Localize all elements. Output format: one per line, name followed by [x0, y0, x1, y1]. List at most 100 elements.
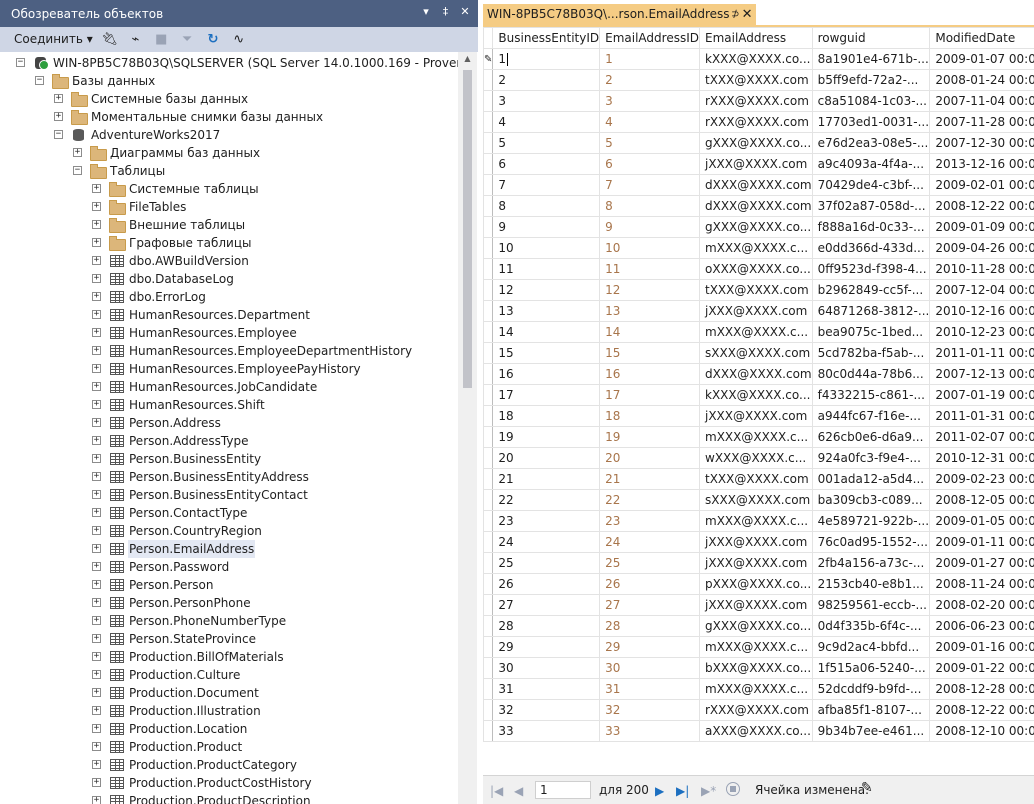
table-cell[interactable]: 11 — [492, 258, 601, 280]
column-header[interactable]: EmailAddress — [699, 27, 813, 49]
table-cell[interactable]: 2008-12-05 00:0 — [929, 489, 1034, 511]
row-header[interactable] — [483, 279, 494, 301]
connect-plug-icon[interactable]: 🔌︎ — [101, 31, 119, 48]
table-cell[interactable]: 2008-01-24 00:0 — [929, 69, 1034, 91]
table-cell[interactable]: 8 — [599, 195, 700, 217]
tree-node-person-stateprovince[interactable]: + Person.StateProvince — [0, 630, 458, 648]
table-cell[interactable]: 2010-11-28 00:0 — [929, 258, 1034, 280]
table-cell[interactable]: mXXX@XXXX.c... — [699, 678, 813, 700]
table-cell[interactable]: tXXX@XXXX.com — [699, 279, 813, 301]
table-cell[interactable]: 2010-12-31 00:0 — [929, 447, 1034, 469]
table-cell[interactable]: 19 — [599, 426, 700, 448]
table-cell[interactable]: mXXX@XXXX.c... — [699, 636, 813, 658]
table-cell[interactable]: 2009-01-11 00:0 — [929, 531, 1034, 553]
expand-icon[interactable]: + — [92, 418, 101, 427]
table-cell[interactable]: 1 — [599, 48, 700, 70]
table-cell[interactable]: 2008-12-22 00:0 — [929, 699, 1034, 721]
tree-node-person-countryregion[interactable]: + Person.CountryRegion — [0, 522, 458, 540]
collapse-icon[interactable]: − — [16, 58, 25, 67]
tree-node-production-billofmaterials[interactable]: + Production.BillOfMaterials — [0, 648, 458, 666]
table-cell[interactable]: 16 — [599, 363, 700, 385]
table-cell[interactable]: 23 — [599, 510, 700, 532]
table-cell[interactable]: 33 — [492, 720, 601, 742]
activity-monitor-icon[interactable]: ∿ — [230, 31, 248, 48]
table-cell[interactable]: 33 — [599, 720, 700, 742]
table-cell[interactable]: 2007-11-04 00:0 — [929, 90, 1034, 112]
table-row[interactable]: 25 25 jXXX@XXXX.com 2fb4a156-a73c-... 2009-0… — [483, 552, 1034, 574]
tree-node-dbo-awbuildversion[interactable]: + dbo.AWBuildVersion — [0, 252, 458, 270]
table-cell[interactable]: gXXX@XXXX.co... — [699, 132, 813, 154]
table-cell[interactable]: 13 — [599, 300, 700, 322]
table-cell[interactable]: 52dcddf9-b9fd-... — [811, 678, 931, 700]
tree-node-production-culture[interactable]: + Production.Culture — [0, 666, 458, 684]
table-cell[interactable]: 70429de4-c3bf-... — [811, 174, 931, 196]
table-cell[interactable]: gXXX@XXXX.co... — [699, 216, 813, 238]
tree-scrollbar[interactable]: ▲ — [458, 52, 477, 804]
table-cell[interactable]: b5ff9efd-72a2-... — [811, 69, 931, 91]
table-cell[interactable]: 19 — [492, 426, 601, 448]
expand-icon[interactable]: + — [92, 382, 101, 391]
table-cell[interactable]: 9 — [492, 216, 601, 238]
row-header[interactable] — [483, 258, 494, 280]
table-cell[interactable]: 0ff9523d-f398-4... — [811, 258, 931, 280]
tree-node-dbo-databaselog[interactable]: + dbo.DatabaseLog — [0, 270, 458, 288]
table-cell[interactable]: 3 — [492, 90, 601, 112]
table-cell[interactable]: 2006-06-23 00:0 — [929, 615, 1034, 637]
row-header[interactable] — [483, 489, 494, 511]
row-header[interactable] — [483, 153, 494, 175]
table-cell[interactable]: 29 — [599, 636, 700, 658]
table-cell[interactable]: 7 — [599, 174, 700, 196]
tree-node-person-personphone[interactable]: + Person.PersonPhone — [0, 594, 458, 612]
table-row[interactable]: 17 17 kXXX@XXXX.co... f4332215-c861-... 2007… — [483, 384, 1034, 406]
table-cell[interactable]: b2962849-cc5f-... — [811, 279, 931, 301]
table-cell[interactable]: 8 — [492, 195, 601, 217]
expand-icon[interactable]: + — [92, 778, 101, 787]
table-row[interactable]: 11 11 oXXX@XXXX.co... 0ff9523d-f398-4... 201… — [483, 258, 1034, 280]
tree-node-графовые-таблицы[interactable]: + Графовые таблицы — [0, 234, 458, 252]
table-cell[interactable]: 64871268-3812-... — [811, 300, 931, 322]
table-cell[interactable]: 9 — [599, 216, 700, 238]
row-header[interactable] — [483, 678, 494, 700]
table-row[interactable]: ✎ 1 1 kXXX@XXXX.co... 8a1901e4-671b-... 2009-… — [483, 48, 1034, 70]
table-cell[interactable]: 10 — [599, 237, 700, 259]
tree-node-production-productdescription[interactable]: + Production.ProductDescription — [0, 792, 458, 804]
row-header[interactable] — [483, 720, 494, 742]
row-header[interactable] — [483, 573, 494, 595]
table-row[interactable]: 5 5 gXXX@XXXX.co... e76d2ea3-08e5-... 2007-1… — [483, 132, 1034, 154]
tree-node-моментальные-снимки-базы-данных[interactable]: + Моментальные снимки базы данных — [0, 108, 458, 126]
tree-node-person-person[interactable]: + Person.Person — [0, 576, 458, 594]
table-cell[interactable]: 4 — [599, 111, 700, 133]
table-cell[interactable]: 26 — [599, 573, 700, 595]
table-row[interactable]: 33 33 aXXX@XXXX.co... 9b34b7ee-e461... 2008-… — [483, 720, 1034, 742]
tab-email-address[interactable]: WIN-8PB5C78B03Q\...rson.EmailAddress ⊅ ✕ — [483, 4, 756, 25]
table-row[interactable]: 22 22 sXXX@XXXX.com ba309cb3-c089... 2008-12… — [483, 489, 1034, 511]
table-cell[interactable]: 13 — [492, 300, 601, 322]
table-cell[interactable]: 26 — [492, 573, 601, 595]
row-header[interactable] — [483, 300, 494, 322]
table-cell[interactable]: bXXX@XXXX.co... — [699, 657, 813, 679]
table-cell[interactable]: 12 — [492, 279, 601, 301]
table-cell[interactable]: 1f515a06-5240-... — [811, 657, 931, 679]
table-row[interactable]: 13 13 jXXX@XXXX.com 64871268-3812-... 2010-1… — [483, 300, 1034, 322]
table-cell[interactable]: 17 — [599, 384, 700, 406]
new-record-icon[interactable]: ▶* — [701, 784, 716, 798]
expand-icon[interactable]: + — [92, 742, 101, 751]
table-cell[interactable]: 18 — [492, 405, 601, 427]
tree-node-диаграммы-баз-данных[interactable]: + Диаграммы баз данных — [0, 144, 458, 162]
column-header[interactable]: BusinessEntityID — [492, 27, 601, 49]
table-cell[interactable]: 2009-04-26 00:0 — [929, 237, 1034, 259]
table-cell[interactable]: bea9075c-1bed... — [811, 321, 931, 343]
expand-icon[interactable]: + — [92, 310, 101, 319]
table-row[interactable]: 12 12 tXXX@XXXX.com b2962849-cc5f-... 2007-1… — [483, 279, 1034, 301]
disconnect-plug-icon[interactable]: ⌁ — [126, 31, 144, 48]
row-header[interactable] — [483, 384, 494, 406]
table-cell[interactable]: 6 — [492, 153, 601, 175]
expand-icon[interactable]: + — [92, 184, 101, 193]
row-header[interactable] — [483, 90, 494, 112]
row-header[interactable] — [483, 447, 494, 469]
table-cell[interactable]: 4 — [492, 111, 601, 133]
table-cell[interactable]: dXXX@XXXX.com — [699, 363, 813, 385]
table-cell[interactable]: 32 — [492, 699, 601, 721]
table-cell[interactable]: 2009-02-01 00:0 — [929, 174, 1034, 196]
expand-icon[interactable]: + — [92, 436, 101, 445]
